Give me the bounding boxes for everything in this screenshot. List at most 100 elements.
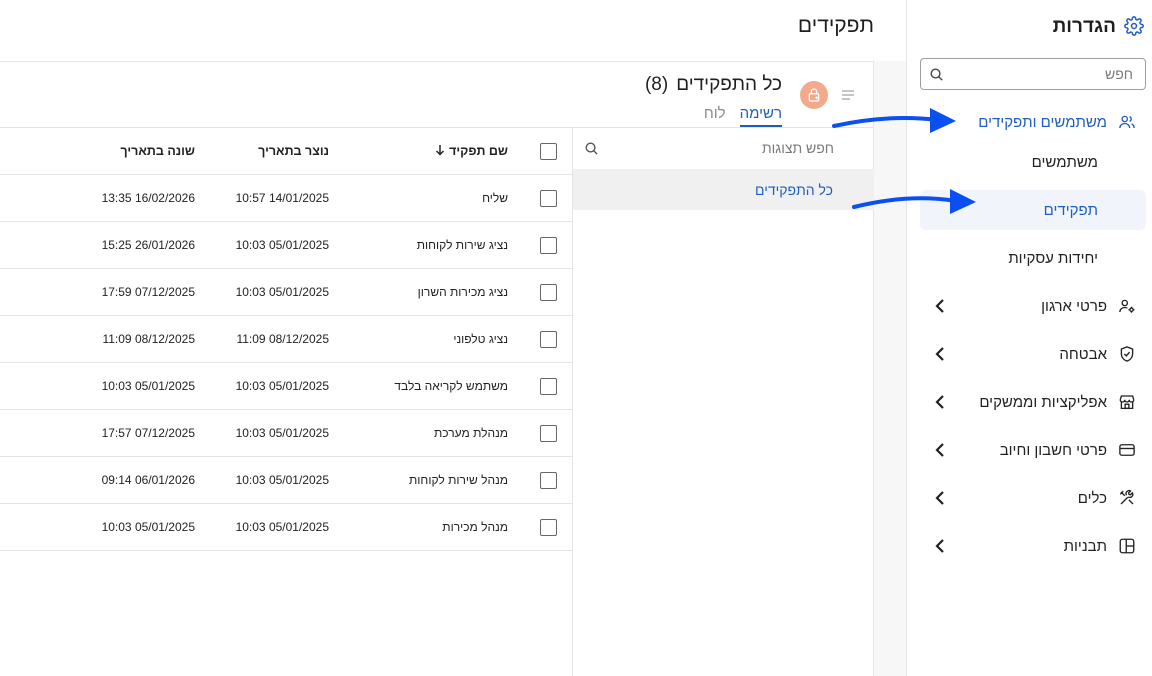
select-all-cell	[540, 128, 558, 174]
column-header-created[interactable]: נוצר בתאריך	[258, 128, 329, 174]
role-name[interactable]: מנהל שירות לקוחות	[409, 457, 508, 503]
table-row[interactable]: מנהל מכירות 10:03 05/01/2025 10:03 05/01…	[0, 504, 572, 551]
row-checkbox[interactable]	[540, 518, 557, 536]
table-row[interactable]: נציג טלפוני 11:09 08/12/2025 11:09 08/12…	[0, 316, 572, 363]
row-checkbox[interactable]	[540, 283, 557, 301]
store-icon	[1117, 392, 1137, 412]
role-name[interactable]: משתמש לקריאה בלבד	[394, 363, 508, 409]
modified-date: 17:57 07/12/2025	[101, 426, 195, 440]
search-icon	[929, 67, 944, 85]
page-title: תפקידים	[797, 14, 874, 37]
sidebar-item-label: יחידות עסקיות	[1008, 249, 1098, 267]
modified-date: 17:59 07/12/2025	[101, 285, 195, 299]
role-name[interactable]: מנהלת מערכת	[434, 410, 508, 456]
table-row[interactable]: נציג שירות לקוחות 10:03 05/01/2025 15:25…	[0, 222, 572, 269]
sidebar-item-users[interactable]: משתמשים	[920, 142, 1146, 182]
sidebar-item-business-units[interactable]: יחידות עסקיות	[920, 238, 1146, 278]
users-icon	[1117, 112, 1137, 132]
row-checkbox-cell	[540, 410, 558, 456]
created-date: 11:09 08/12/2025	[236, 332, 329, 346]
tab-board[interactable]: לוח	[704, 105, 726, 127]
column-label: שם תפקיד	[449, 144, 508, 158]
row-checkbox[interactable]	[540, 330, 557, 348]
row-checkbox[interactable]	[540, 236, 557, 254]
sidebar-item-security[interactable]: אבטחה	[920, 334, 1146, 374]
tab-list[interactable]: רשימה	[739, 105, 782, 127]
modified-date: 15:25 26/01/2026	[101, 238, 195, 252]
sort-down-icon	[435, 144, 445, 159]
row-checkbox-cell	[540, 316, 558, 362]
view-item-all-roles[interactable]: כל התפקידים	[573, 169, 874, 210]
sidebar-item-tools[interactable]: כלים	[920, 478, 1146, 518]
chevron-left-icon	[934, 297, 946, 318]
table-header-row: שם תפקיד נוצר בתאריך שונה בתאריך	[0, 128, 572, 175]
row-checkbox[interactable]	[540, 189, 557, 207]
modified-date: 10:03 05/01/2025	[101, 379, 195, 393]
credit-card-icon	[1117, 440, 1137, 460]
role-name[interactable]: מנהל מכירות	[442, 504, 508, 550]
role-name[interactable]: נציג מכירות השרון	[418, 269, 508, 315]
table-row[interactable]: נציג מכירות השרון 10:03 05/01/2025 17:59…	[0, 269, 572, 316]
row-checkbox[interactable]	[540, 471, 557, 489]
sidebar-search-input[interactable]	[921, 59, 1145, 89]
modified-date: 11:09 08/12/2025	[102, 332, 195, 346]
row-checkbox-cell	[540, 175, 558, 221]
modified-date: 09:14 06/01/2026	[101, 473, 195, 487]
column-header-modified[interactable]: שונה בתאריך	[120, 128, 195, 174]
row-checkbox[interactable]	[540, 424, 557, 442]
column-header-role-name[interactable]: שם תפקיד	[435, 128, 508, 174]
table-row[interactable]: מנהלת מערכת 10:03 05/01/2025 17:57 07/12…	[0, 410, 572, 457]
role-name[interactable]: נציג שירות לקוחות	[417, 222, 508, 268]
sidebar-item-templates[interactable]: תבניות	[920, 526, 1146, 566]
sidebar-item-billing[interactable]: פרטי חשבון וחיוב	[920, 430, 1146, 470]
chevron-left-icon	[934, 537, 946, 558]
view-count: (8)	[644, 74, 669, 95]
sidebar-item-roles[interactable]: תפקידים	[920, 190, 1146, 230]
sidebar-item-label: תבניות	[1063, 537, 1107, 555]
sidebar-item-label: פרטי ארגון	[1041, 297, 1107, 315]
chevron-left-icon	[934, 441, 946, 462]
sidebar-item-apps[interactable]: אפליקציות וממשקים	[920, 382, 1146, 422]
sidebar-search[interactable]	[920, 58, 1146, 90]
sidebar-item-label: משתמשים	[1031, 153, 1098, 171]
view-title: כל התפקידים (8)	[645, 74, 782, 96]
created-date: 10:03 05/01/2025	[235, 285, 329, 299]
sidebar-item-org-details[interactable]: פרטי ארגון	[920, 286, 1146, 326]
sidebar-title: הגדרות	[1052, 16, 1116, 37]
lock-icon[interactable]	[800, 81, 828, 109]
row-checkbox-cell	[540, 457, 558, 503]
created-date: 10:03 05/01/2025	[235, 426, 329, 440]
row-checkbox-cell	[540, 504, 558, 550]
created-date: 10:03 05/01/2025	[235, 238, 329, 252]
settings-sidebar: הגדרות משתמשים ותפקידים משתמשים תפקידים …	[906, 0, 1152, 676]
row-checkbox-cell	[540, 363, 558, 409]
row-checkbox[interactable]	[540, 377, 557, 395]
select-all-checkbox[interactable]	[540, 142, 557, 160]
table-row[interactable]: שליח 10:57 14/01/2025 13:35 16/02/2026	[0, 175, 572, 222]
created-date: 10:57 14/01/2025	[235, 191, 329, 205]
table-row[interactable]: משתמש לקריאה בלבד 10:03 05/01/2025 10:03…	[0, 363, 572, 410]
sidebar-header: הגדרות	[1053, 14, 1144, 40]
created-date: 10:03 05/01/2025	[235, 379, 329, 393]
sidebar-item-label: פרטי חשבון וחיוב	[999, 441, 1107, 459]
sidebar-item-label: אבטחה	[1059, 345, 1107, 363]
modified-date: 13:35 16/02/2026	[101, 191, 195, 205]
views-search[interactable]	[573, 128, 874, 168]
table-row[interactable]: מנהל שירות לקוחות 10:03 05/01/2025 09:14…	[0, 457, 572, 504]
role-name[interactable]: שליח	[482, 175, 508, 221]
gear-icon	[1124, 15, 1144, 39]
views-search-input[interactable]	[573, 128, 874, 168]
tools-icon	[1117, 488, 1137, 508]
menu-lines-icon[interactable]	[841, 88, 855, 104]
views-column: כל התפקידים	[572, 128, 874, 676]
sidebar-item-label: אפליקציות וממשקים	[979, 393, 1107, 411]
sidebar-item-label: כלים	[1077, 489, 1107, 507]
role-name[interactable]: נציג טלפוני	[453, 316, 508, 362]
layout-icon	[1117, 536, 1137, 556]
modified-date: 10:03 05/01/2025	[101, 520, 195, 534]
sidebar-item-label: משתמשים ותפקידים	[978, 113, 1107, 131]
sidebar-item-users-and-roles[interactable]: משתמשים ותפקידים	[920, 102, 1146, 142]
chevron-left-icon	[934, 345, 946, 366]
roles-table: שם תפקיד נוצר בתאריך שונה בתאריך שליח 10…	[0, 128, 572, 551]
chevron-left-icon	[934, 489, 946, 510]
